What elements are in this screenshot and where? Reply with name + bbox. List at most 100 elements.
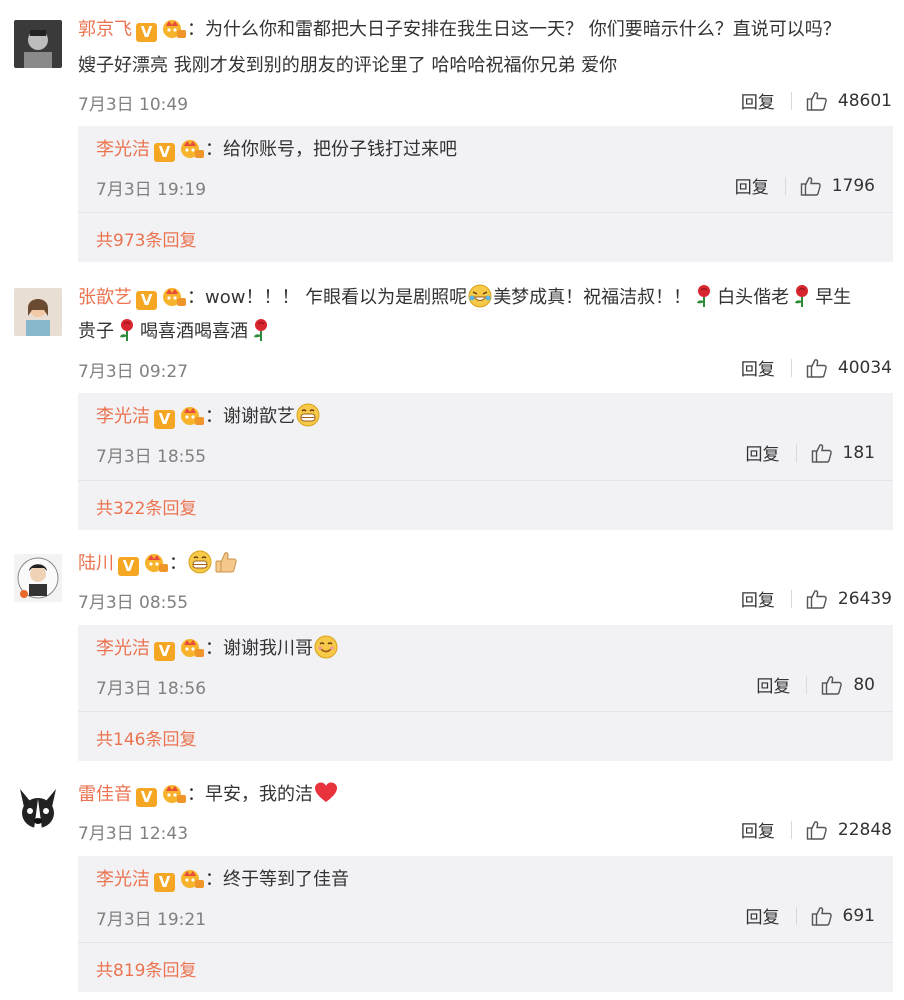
rose-emoji-icon — [790, 284, 814, 308]
vip-crown-icon — [179, 404, 205, 426]
reply-button[interactable]: 回复 — [741, 817, 775, 842]
comment-item: 陆川 V： 7月3日 08:55 回复 26439 李光洁 V ：谢谢我川哥 7月3日… — [0, 546, 904, 761]
verified-v-icon: V — [154, 410, 175, 429]
thumbs-up-icon[interactable] — [806, 90, 828, 112]
commenter-name[interactable]: 陆川 — [78, 553, 114, 574]
reply-button[interactable]: 回复 — [735, 173, 769, 198]
reply-text: 李光洁 V ：谢谢我川哥 — [96, 633, 339, 665]
replier-name[interactable]: 李光洁 — [96, 139, 150, 160]
thumbs-up-emoji-icon — [214, 550, 238, 574]
reply-button[interactable]: 回复 — [741, 355, 775, 380]
vip-crown-icon — [179, 137, 205, 159]
more-replies-link[interactable]: 共819条回复 — [96, 956, 196, 981]
thumbs-up-icon[interactable] — [806, 588, 828, 610]
reply-button[interactable]: 回复 — [741, 586, 775, 611]
verified-v-icon: V — [118, 557, 139, 576]
comment-time: 7月3日 10:49 — [78, 95, 189, 115]
reply-box: 李光洁 V ：谢谢我川哥 7月3日 18:56 回复 80 共146条回复 — [78, 625, 893, 761]
avatar[interactable] — [14, 785, 62, 833]
replier-name[interactable]: 李光洁 — [96, 406, 150, 427]
reply-button[interactable]: 回复 — [746, 440, 780, 465]
reply-button[interactable]: 回复 — [741, 88, 775, 113]
avatar[interactable] — [14, 288, 62, 336]
comment-item: 郭京飞 V ：为什么你和雷都把大日子安排在我生日这一天？ 你们要暗示什么？直说可以吗… — [0, 0, 904, 262]
thumbs-up-icon[interactable] — [821, 674, 843, 696]
vip-crown-icon — [143, 551, 169, 573]
divider — [806, 675, 808, 694]
reply-actions: 回复 181 — [746, 440, 875, 466]
thumbs-up-icon[interactable] — [806, 819, 828, 841]
verified-v-icon: V — [154, 642, 175, 661]
thumbs-up-icon[interactable] — [811, 905, 833, 927]
reply-text: 李光洁 V ：谢谢歆艺 — [96, 401, 321, 433]
comment-text: 陆川 V： — [78, 548, 898, 580]
more-replies-link[interactable]: 共973条回复 — [96, 226, 196, 251]
divider — [795, 443, 797, 462]
more-replies-link[interactable]: 共322条回复 — [96, 494, 196, 519]
comment-time: 7月3日 12:43 — [78, 824, 189, 844]
reply-actions: 回复 1796 — [735, 173, 875, 199]
like-count: 1796 — [831, 175, 875, 196]
verified-v-icon: V — [136, 788, 157, 807]
comment-actions: 回复 26439 — [741, 586, 892, 612]
divider — [795, 906, 797, 925]
vip-crown-icon — [179, 867, 205, 889]
divider — [78, 480, 893, 481]
vip-crown-icon — [161, 285, 187, 307]
smile-emoji-icon — [314, 635, 338, 659]
comment-text-line2: 贵子 喝喜酒喝喜酒 — [78, 316, 898, 348]
rose-emoji-icon — [115, 318, 139, 342]
reply-text: 李光洁 V ：给你账号，把份子钱打过来吧 — [96, 137, 457, 162]
reply-actions: 回复 80 — [756, 672, 875, 698]
rose-emoji-icon — [249, 318, 273, 342]
reply-box: 李光洁 V ：给你账号，把份子钱打过来吧 7月3日 19:19 回复 1796 共9… — [78, 126, 893, 262]
like-count: 26439 — [837, 588, 892, 609]
divider — [790, 589, 792, 608]
commenter-name[interactable]: 郭京飞 — [78, 19, 132, 40]
comment-text-line2: 嫂子好漂亮 我刚才发到别的朋友的评论里了 哈哈哈祝福你兄弟 爱你 — [78, 55, 618, 76]
reply-text: 李光洁 V ：终于等到了佳音 — [96, 867, 349, 892]
avatar[interactable] — [14, 554, 62, 602]
reply-button[interactable]: 回复 — [746, 903, 780, 928]
reply-box: 李光洁 V ：谢谢歆艺 7月3日 18:55 回复 181 共322条回复 — [78, 393, 893, 530]
thumbs-up-icon[interactable] — [806, 357, 828, 379]
comment-actions: 回复 22848 — [741, 817, 892, 843]
avatar[interactable] — [14, 20, 62, 68]
rose-emoji-icon — [692, 284, 716, 308]
replier-name[interactable]: 李光洁 — [96, 638, 150, 659]
grin-emoji-icon — [188, 550, 212, 574]
verified-v-icon: V — [136, 291, 157, 310]
comment-item: 雷佳音 V ：早安，我的洁 7月3日 12:43 回复 22848 李光洁 V ：终于等… — [0, 777, 904, 992]
like-count: 181 — [842, 442, 875, 463]
divider — [78, 212, 893, 213]
comment-text: 郭京飞 V ：为什么你和雷都把大日子安排在我生日这一天？ 你们要暗示什么？直说可以吗… — [78, 17, 841, 42]
comment-text: 雷佳音 V ：早安，我的洁 — [78, 779, 898, 811]
divider — [790, 820, 792, 839]
comment-time: 7月3日 09:27 — [78, 362, 189, 382]
like-count: 22848 — [837, 819, 892, 840]
laugh-cry-emoji-icon — [468, 284, 492, 308]
divider — [78, 942, 893, 943]
commenter-name[interactable]: 雷佳音 — [78, 784, 132, 805]
thumbs-up-icon[interactable] — [811, 442, 833, 464]
more-replies-link[interactable]: 共146条回复 — [96, 725, 196, 750]
comment-time: 7月3日 08:55 — [78, 593, 189, 613]
vip-crown-icon — [179, 636, 205, 658]
reply-button[interactable]: 回复 — [756, 672, 790, 697]
comment-actions: 回复 48601 — [741, 88, 892, 114]
reply-time: 7月3日 19:21 — [96, 910, 207, 930]
commenter-name[interactable]: 张歆艺 — [78, 287, 132, 308]
thumbs-up-icon[interactable] — [800, 175, 822, 197]
like-count: 691 — [842, 905, 875, 926]
divider — [78, 711, 893, 712]
like-count: 40034 — [837, 357, 892, 378]
divider — [790, 91, 792, 110]
reply-time: 7月3日 18:56 — [96, 679, 207, 699]
vip-crown-icon — [161, 17, 187, 39]
reply-actions: 回复 691 — [746, 903, 875, 929]
verified-v-icon: V — [154, 873, 175, 892]
like-count: 48601 — [837, 90, 892, 111]
grin-emoji-icon — [296, 403, 320, 427]
reply-box: 李光洁 V ：终于等到了佳音 7月3日 19:21 回复 691 共819条回复 — [78, 856, 893, 992]
replier-name[interactable]: 李光洁 — [96, 869, 150, 890]
